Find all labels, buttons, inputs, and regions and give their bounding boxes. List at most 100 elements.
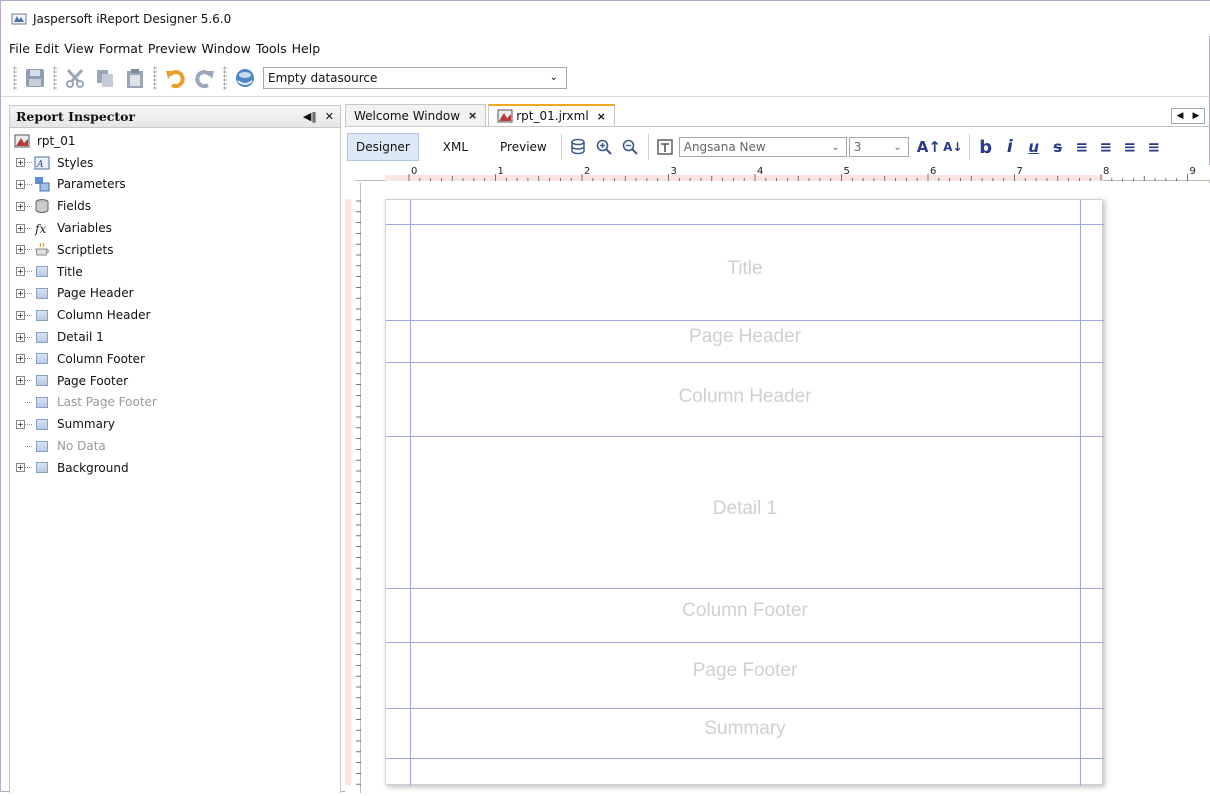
- band-boundary[interactable]: [386, 588, 1104, 589]
- italic-button[interactable]: i: [998, 137, 1022, 157]
- expand-icon[interactable]: +: [16, 201, 25, 211]
- tab-welcome-window[interactable]: Welcome Window ×: [345, 104, 487, 126]
- tree-item-background[interactable]: + Background: [10, 457, 340, 479]
- bold-button[interactable]: b: [974, 137, 998, 158]
- menu-view[interactable]: View: [64, 41, 94, 56]
- tree-item-summary[interactable]: + Summary: [10, 413, 340, 435]
- tree-item-column-footer[interactable]: + Column Footer: [10, 348, 340, 370]
- query-button[interactable]: [566, 135, 590, 159]
- report-properties-button[interactable]: [653, 135, 677, 159]
- menu-file[interactable]: File: [9, 41, 30, 56]
- tab-rpt-01[interactable]: rpt_01.jrxml ×: [488, 104, 615, 126]
- tree-item-no-data[interactable]: No Data: [10, 435, 340, 457]
- menu-edit[interactable]: Edit: [35, 41, 59, 56]
- menu-tools[interactable]: Tools: [256, 41, 287, 56]
- font-size-select[interactable]: 3 ⌄: [848, 137, 909, 157]
- cut-button[interactable]: [63, 66, 87, 90]
- xml-mode-button[interactable]: XML: [425, 133, 486, 161]
- save-button[interactable]: [23, 66, 47, 90]
- band-boundary[interactable]: [386, 224, 1104, 225]
- increase-font-button[interactable]: А↑: [917, 138, 941, 156]
- report-page[interactable]: Title Page Header Column Header Detail 1…: [385, 199, 1104, 786]
- design-canvas[interactable]: Title Page Header Column Header Detail 1…: [361, 183, 1210, 793]
- zoom-in-button[interactable]: [592, 135, 616, 159]
- band-boundary[interactable]: [386, 320, 1104, 321]
- expand-icon[interactable]: +: [16, 463, 25, 473]
- tab-scroll-arrows[interactable]: ◀ ▶: [1171, 108, 1205, 124]
- band-detail-1[interactable]: Detail 1: [386, 498, 1104, 520]
- expand-icon[interactable]: +: [16, 267, 25, 277]
- band-summary[interactable]: Summary: [386, 718, 1104, 740]
- scroll-right-icon[interactable]: ▶: [1188, 109, 1204, 123]
- close-icon[interactable]: ✕: [325, 110, 334, 123]
- menu-window[interactable]: Window: [202, 41, 251, 56]
- band-icon: [34, 416, 50, 432]
- expand-icon[interactable]: +: [16, 354, 25, 364]
- toolbar-grip[interactable]: [53, 65, 57, 90]
- menu-format[interactable]: Format: [99, 41, 143, 56]
- band-column-header[interactable]: Column Header: [386, 386, 1104, 408]
- band-boundary[interactable]: [386, 758, 1104, 759]
- copy-button[interactable]: [93, 66, 117, 90]
- align-right-button[interactable]: ≡: [1118, 138, 1142, 156]
- band-boundary[interactable]: [386, 436, 1104, 437]
- align-center-button[interactable]: ≡: [1094, 138, 1118, 156]
- toolbar-grip[interactable]: [13, 65, 17, 90]
- tree-root[interactable]: rpt_01: [10, 130, 340, 152]
- align-justify-button[interactable]: ≡: [1142, 138, 1166, 156]
- minimize-panel-icon[interactable]: ◀‖: [303, 110, 317, 123]
- menu-help[interactable]: Help: [292, 41, 321, 56]
- toolbar-grip[interactable]: [153, 65, 157, 90]
- designer-mode-button[interactable]: Designer: [347, 133, 419, 161]
- close-icon[interactable]: ×: [597, 110, 606, 123]
- font-size-value: 3: [853, 140, 862, 154]
- font-name-select[interactable]: Angsana New ⌄: [678, 137, 847, 157]
- tree-item-page-header[interactable]: + Page Header: [10, 283, 340, 305]
- expand-icon[interactable]: +: [16, 245, 25, 255]
- band-boundary[interactable]: [386, 362, 1104, 363]
- expand-icon[interactable]: +: [16, 332, 25, 342]
- expand-icon[interactable]: +: [16, 419, 25, 429]
- tree-item-page-footer[interactable]: + Page Footer: [10, 370, 340, 392]
- tree-item-title[interactable]: + Title: [10, 261, 340, 283]
- expand-icon[interactable]: +: [16, 179, 25, 189]
- strikethrough-button[interactable]: s: [1046, 138, 1070, 156]
- underline-button[interactable]: u: [1022, 138, 1046, 156]
- undo-button[interactable]: [163, 66, 187, 90]
- menu-preview[interactable]: Preview: [148, 41, 197, 56]
- tree-item-last-page-footer[interactable]: Last Page Footer: [10, 392, 340, 414]
- band-icon: [34, 264, 50, 280]
- redo-button[interactable]: [193, 66, 217, 90]
- expand-icon[interactable]: +: [16, 223, 25, 233]
- tree-item-styles[interactable]: + A Styles: [10, 152, 340, 174]
- datasource-select[interactable]: Empty datasource ⌄: [263, 66, 567, 89]
- align-left-button[interactable]: ≡: [1070, 138, 1094, 156]
- scroll-left-icon[interactable]: ◀: [1172, 109, 1188, 123]
- band-icon: [34, 460, 50, 476]
- tree-item-label: Styles: [57, 155, 94, 170]
- zoom-out-button[interactable]: [618, 135, 642, 159]
- datasource-button[interactable]: [233, 66, 257, 90]
- band-title[interactable]: Title: [386, 258, 1104, 280]
- expand-icon[interactable]: +: [16, 158, 25, 168]
- close-icon[interactable]: ×: [468, 109, 477, 122]
- band-column-footer[interactable]: Column Footer: [386, 600, 1104, 622]
- expand-icon[interactable]: +: [16, 376, 25, 386]
- tree-item-column-header[interactable]: + Column Header: [10, 304, 340, 326]
- italic-icon: i: [1006, 137, 1013, 157]
- band-page-header[interactable]: Page Header: [386, 326, 1104, 348]
- paste-button[interactable]: [123, 66, 147, 90]
- band-boundary[interactable]: [386, 708, 1104, 709]
- toolbar-grip[interactable]: [223, 65, 227, 90]
- tree-item-fields[interactable]: + Fields: [10, 195, 340, 217]
- expand-icon[interactable]: +: [16, 310, 25, 320]
- decrease-font-button[interactable]: А↓: [941, 140, 965, 154]
- tree-item-scriptlets[interactable]: + Scriptlets: [10, 239, 340, 261]
- tree-item-detail-1[interactable]: + Detail 1: [10, 326, 340, 348]
- preview-mode-button[interactable]: Preview: [492, 133, 555, 161]
- tree-item-variables[interactable]: + fx Variables: [10, 217, 340, 239]
- band-boundary[interactable]: [386, 642, 1104, 643]
- tree-item-parameters[interactable]: + Parameters: [10, 174, 340, 196]
- band-page-footer[interactable]: Page Footer: [386, 660, 1104, 682]
- expand-icon[interactable]: +: [16, 288, 25, 298]
